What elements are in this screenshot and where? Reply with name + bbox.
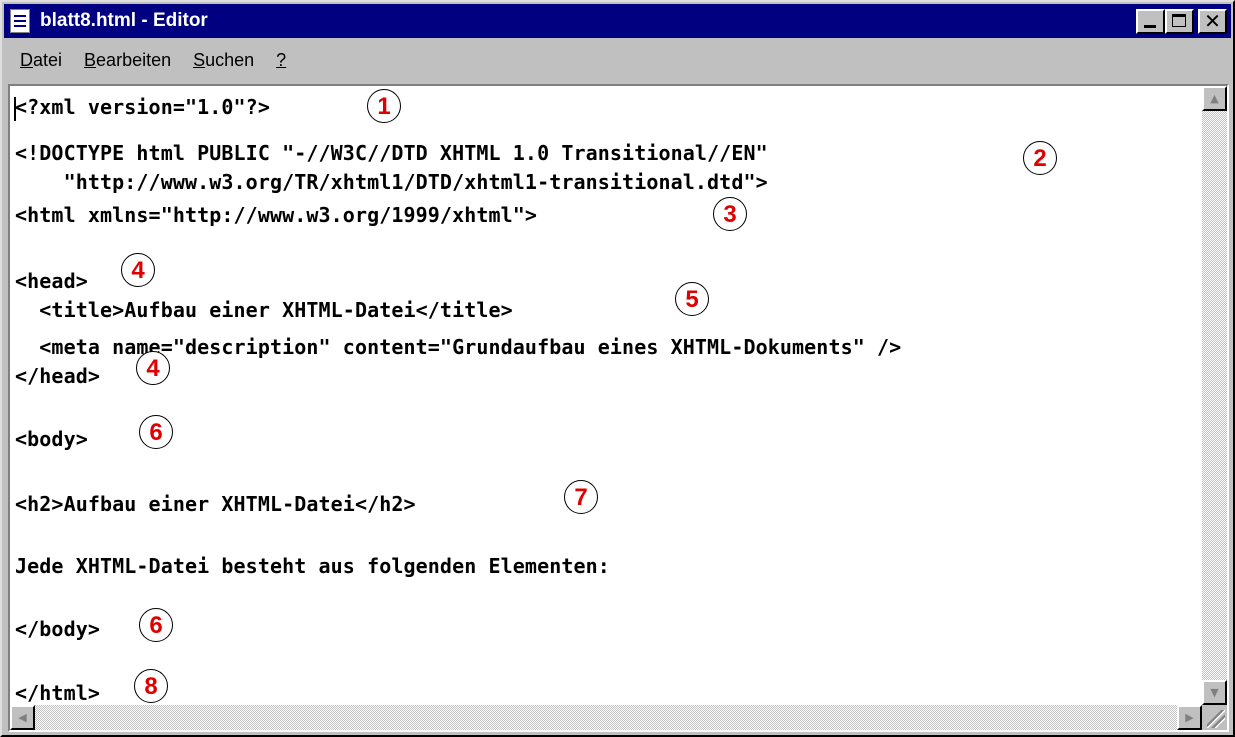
minimize-button[interactable] bbox=[1136, 9, 1165, 34]
menu-suchen[interactable]: Suchen bbox=[193, 50, 254, 71]
callout-marker: 4 bbox=[121, 253, 155, 287]
arrow-down-icon: ▼ bbox=[1210, 686, 1219, 699]
resize-grip-icon[interactable] bbox=[1207, 710, 1225, 728]
callout-marker: 7 bbox=[564, 480, 598, 514]
callout-marker: 4 bbox=[136, 351, 170, 385]
callout-marker: 3 bbox=[713, 197, 747, 231]
text-editor[interactable]: <?xml version="1.0"?> <!DOCTYPE html PUB… bbox=[8, 84, 1229, 732]
code-line: </body> bbox=[15, 617, 100, 641]
horizontal-scrollbar[interactable]: ◀ ▶ bbox=[10, 705, 1202, 730]
code-line: </html> bbox=[15, 681, 100, 703]
maximize-button[interactable] bbox=[1165, 9, 1194, 34]
code-line: <html xmlns="http://www.w3.org/1999/xhtm… bbox=[15, 203, 538, 227]
menu-bar: Datei Bearbeiten Suchen ? bbox=[4, 40, 1231, 80]
code-line: "http://www.w3.org/TR/xhtml1/DTD/xhtml1-… bbox=[15, 170, 768, 194]
callout-marker: 8 bbox=[134, 669, 168, 703]
window-title: blatt8.html - Editor bbox=[40, 10, 208, 31]
callout-marker: 6 bbox=[139, 608, 173, 642]
callout-marker: 6 bbox=[139, 415, 173, 449]
menu-datei[interactable]: Datei bbox=[20, 50, 62, 71]
code-line: <head> bbox=[15, 269, 88, 293]
code-line: <!DOCTYPE html PUBLIC "-//W3C//DTD XHTML… bbox=[15, 141, 768, 165]
code-line: <?xml version="1.0"?> bbox=[15, 95, 270, 119]
scroll-right-button[interactable]: ▶ bbox=[1177, 705, 1202, 730]
callout-marker: 1 bbox=[367, 89, 401, 123]
code-line: <title>Aufbau einer XHTML-Datei</title> bbox=[15, 298, 513, 322]
callout-marker: 2 bbox=[1023, 141, 1057, 175]
scroll-down-button[interactable]: ▼ bbox=[1202, 680, 1227, 705]
menu-bearbeiten[interactable]: Bearbeiten bbox=[84, 50, 171, 71]
close-button[interactable]: ✕ bbox=[1198, 9, 1227, 34]
minimize-icon bbox=[1144, 25, 1156, 28]
callout-marker: 5 bbox=[675, 282, 709, 316]
scroll-up-button[interactable]: ▲ bbox=[1202, 86, 1227, 111]
editor-text-area[interactable]: <?xml version="1.0"?> <!DOCTYPE html PUB… bbox=[13, 89, 1200, 703]
arrow-right-icon: ▶ bbox=[1185, 711, 1194, 724]
arrow-left-icon: ◀ bbox=[18, 711, 27, 724]
code-line: </head> bbox=[15, 364, 100, 388]
scrollbar-corner bbox=[1202, 705, 1227, 730]
vertical-scrollbar[interactable]: ▲ ▼ bbox=[1202, 86, 1227, 705]
arrow-up-icon: ▲ bbox=[1210, 92, 1219, 105]
notepad-icon[interactable] bbox=[10, 9, 30, 33]
maximize-icon bbox=[1172, 14, 1186, 27]
code-line: <body> bbox=[15, 427, 88, 451]
title-bar[interactable]: blatt8.html - Editor ✕ bbox=[4, 4, 1231, 38]
code-line: <h2>Aufbau einer XHTML-Datei</h2> bbox=[15, 492, 416, 516]
window-controls: ✕ bbox=[1136, 9, 1227, 34]
scroll-left-button[interactable]: ◀ bbox=[10, 705, 35, 730]
menu-help[interactable]: ? bbox=[276, 50, 286, 71]
code-line: Jede XHTML-Datei besteht aus folgenden E… bbox=[15, 554, 610, 578]
editor-window: blatt8.html - Editor ✕ Datei Bearbeiten … bbox=[0, 0, 1235, 737]
close-icon: ✕ bbox=[1204, 9, 1221, 33]
